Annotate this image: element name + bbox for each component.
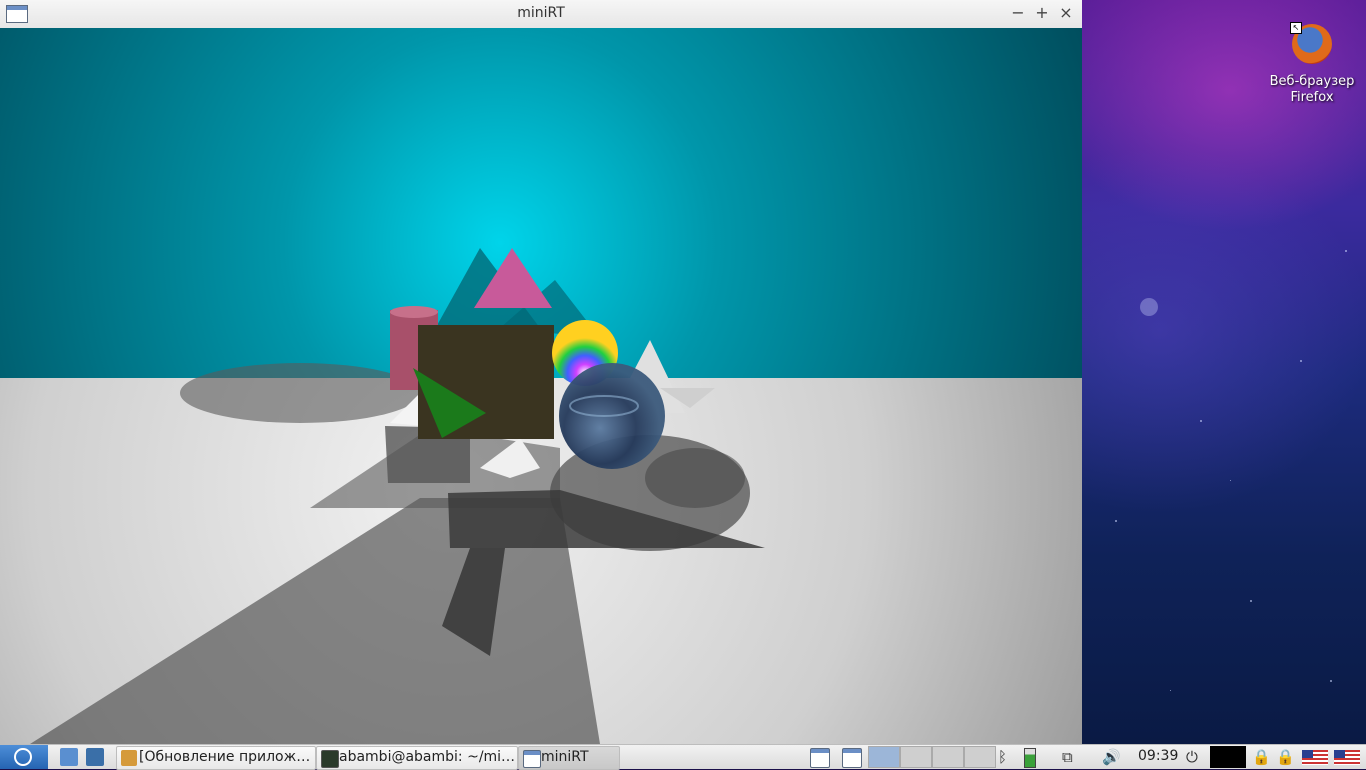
desktop-icon-firefox[interactable]: ↖ Веб-браузер Firefox (1262, 22, 1362, 106)
window-icon (523, 750, 541, 768)
taskbar-item-label: miniRT (541, 749, 589, 765)
star (1230, 480, 1231, 481)
star (1200, 420, 1202, 422)
scene-cylinder-top (390, 306, 438, 318)
caps-lock-icon: 🔒 (1252, 748, 1271, 766)
maximize-button[interactable]: + (1032, 3, 1052, 23)
taskbar-item-minirt[interactable]: miniRT (518, 746, 620, 770)
close-button[interactable]: × (1056, 3, 1076, 23)
power-icon[interactable]: ⏻ (1186, 748, 1198, 766)
num-lock-icon: 🔒 (1276, 748, 1295, 766)
desktop-launcher[interactable] (84, 746, 106, 768)
window-list-button[interactable] (840, 746, 864, 768)
volume-icon[interactable]: 🔊 (1102, 748, 1121, 766)
minimize-button[interactable]: − (1008, 3, 1028, 23)
file-manager-icon (60, 748, 78, 766)
raytraced-scene-canvas (0, 28, 1082, 744)
floor-shadow (180, 363, 420, 423)
terminal-icon (321, 750, 339, 768)
package-update-icon (121, 750, 137, 766)
star (1250, 600, 1252, 602)
taskbar-item-label: abambi@abambi: ~/mi… (339, 749, 516, 765)
star (1345, 250, 1347, 252)
taskbar-item-terminal[interactable]: abambi@abambi: ~/mi… (316, 746, 518, 770)
start-menu-button[interactable] (0, 745, 48, 769)
window-list-button[interactable] (808, 746, 832, 768)
keyboard-layout-flag-icon[interactable] (1302, 750, 1328, 765)
file-manager-launcher[interactable] (58, 746, 80, 768)
start-menu-icon (14, 748, 32, 766)
taskbar-item-update[interactable]: [Обновление прилож… (116, 746, 316, 770)
star (1330, 680, 1332, 682)
workspace-3[interactable] (932, 746, 964, 768)
workspace-4[interactable] (964, 746, 996, 768)
keyboard-layout-flag-icon[interactable] (1334, 750, 1360, 765)
show-desktop-icon (86, 748, 104, 766)
window-title: miniRT (517, 5, 565, 21)
system-monitor[interactable] (1210, 746, 1246, 768)
taskbar: [Обновление прилож… abambi@abambi: ~/mi…… (0, 744, 1366, 770)
clock[interactable]: 09:39 (1138, 748, 1178, 764)
minirt-window: miniRT − + × (0, 0, 1082, 744)
star (1115, 520, 1117, 522)
window-icon (810, 748, 830, 768)
workspace-2[interactable] (900, 746, 932, 768)
network-icon[interactable]: ⧉ (1062, 748, 1073, 766)
desktop-icon-label: Веб-браузер Firefox (1269, 74, 1355, 105)
window-titlebar[interactable]: miniRT − + × (0, 0, 1082, 29)
battery-icon[interactable] (1024, 748, 1036, 768)
shortcut-arrow-icon: ↖ (1290, 22, 1302, 34)
nebula-glow (1140, 298, 1158, 316)
star (1170, 690, 1171, 691)
taskbar-item-label: [Обновление прилож… (139, 749, 311, 765)
bluetooth-icon[interactable]: ᛒ (998, 748, 1007, 766)
star (1300, 360, 1302, 362)
window-icon (842, 748, 862, 768)
firefox-icon: ↖ (1290, 22, 1332, 64)
workspace-1[interactable] (868, 746, 900, 768)
floor-shadow (645, 448, 745, 508)
